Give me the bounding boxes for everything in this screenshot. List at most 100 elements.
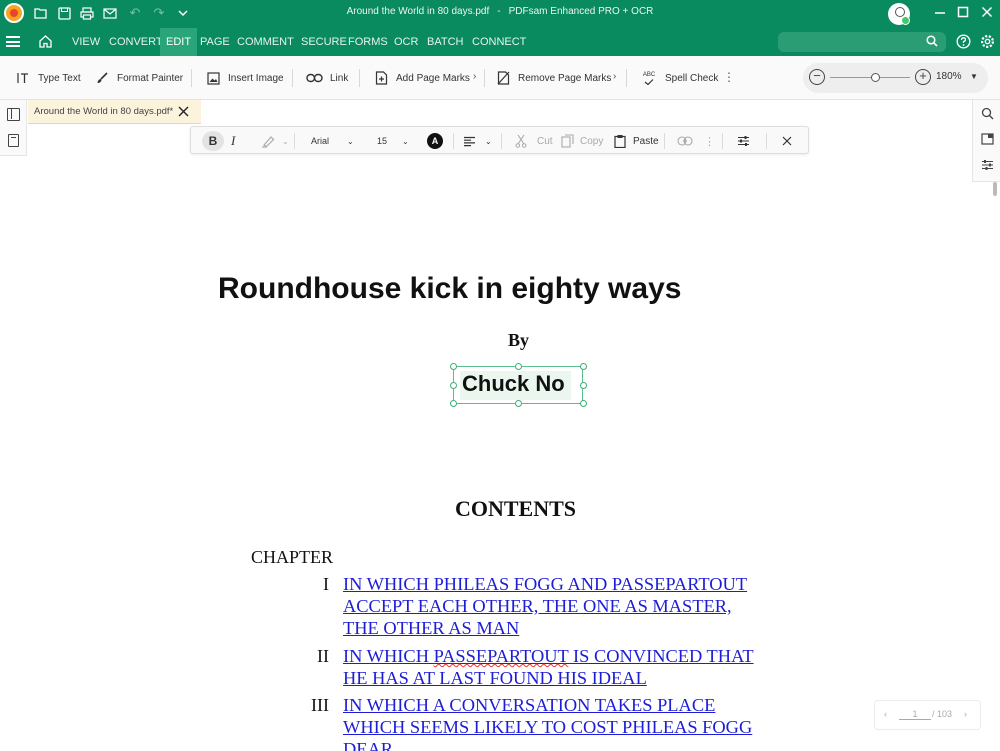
insert-image-button[interactable]: Insert Image <box>205 68 284 88</box>
brush-icon <box>94 70 110 86</box>
help-icon[interactable] <box>955 34 971 50</box>
text-properties-icon[interactable] <box>737 131 750 151</box>
toc-numeral: II <box>317 646 329 666</box>
link-button[interactable]: Link <box>305 68 348 88</box>
document-tab[interactable]: Around the World in 80 days.pdf* <box>28 100 201 124</box>
home-icon[interactable] <box>38 34 54 50</box>
text-format-toolbar: B I ⌄ Arial ⌄ 15 ⌄ A ⌄ Cut Copy Paste ⋮ <box>190 126 809 154</box>
toc-link[interactable]: IN WHICH A CONVERSATION TAKES PLACE <box>343 695 715 716</box>
menu-batch[interactable]: BATCH <box>421 28 469 56</box>
chapter-label[interactable]: CHAPTER <box>251 547 333 568</box>
search-panel-icon[interactable] <box>980 107 994 121</box>
resize-handle[interactable] <box>450 400 457 407</box>
align-dropdown-icon[interactable]: ⌄ <box>485 131 492 151</box>
resize-handle[interactable] <box>450 363 457 370</box>
toc-link[interactable]: DEAR <box>343 739 393 751</box>
format-divider <box>453 133 454 149</box>
minimize-button[interactable] <box>930 4 950 24</box>
font-size-select[interactable]: 15 <box>377 131 387 151</box>
spell-check-icon-text: ABC <box>642 71 656 78</box>
author-text-box[interactable]: Chuck No <box>450 363 587 407</box>
copy-button[interactable]: Copy <box>561 131 603 151</box>
text-color-button[interactable]: A <box>427 133 443 149</box>
menu-forms[interactable]: FORMS <box>342 28 394 56</box>
remove-page-marks-button[interactable]: Remove Page Marks <box>495 68 611 88</box>
resize-handle[interactable] <box>515 400 522 407</box>
user-avatar-icon[interactable] <box>888 3 910 25</box>
add-page-marks-button[interactable]: Add Page Marks <box>373 68 470 88</box>
menu-connect[interactable]: CONNECT <box>466 28 532 56</box>
resize-handle[interactable] <box>580 363 587 370</box>
close-format-toolbar-icon[interactable] <box>782 131 792 151</box>
close-window-button[interactable] <box>977 4 997 24</box>
link-add-icon[interactable] <box>677 131 693 151</box>
close-tab-icon[interactable] <box>178 102 189 121</box>
toolbar-divider <box>359 69 360 87</box>
menu-convert[interactable]: CONVERT <box>103 28 169 56</box>
toc-link[interactable]: IN WHICH PASSEPARTOUT IS CONVINCED THAT <box>343 646 754 667</box>
toc-numeral: I <box>323 574 329 594</box>
add-page-marks-chevron-icon[interactable]: › <box>473 71 476 82</box>
format-divider <box>294 133 295 149</box>
settings-gear-icon[interactable] <box>979 34 995 50</box>
font-size-dropdown-icon[interactable]: ⌄ <box>402 131 409 151</box>
toc-link[interactable]: ACCEPT EACH OTHER, THE ONE AS MASTER, <box>343 596 732 617</box>
current-page-input[interactable]: 1 <box>899 709 931 720</box>
italic-button[interactable]: I <box>231 131 245 151</box>
panel-toggle-icon[interactable] <box>7 108 20 121</box>
maximize-button[interactable] <box>953 4 973 24</box>
hamburger-menu-icon[interactable] <box>6 36 20 47</box>
highlight-icon[interactable]: ⌄ <box>261 131 289 151</box>
document-title[interactable]: Roundhouse kick in eighty ways <box>218 272 681 306</box>
window-title-separator: - <box>497 6 501 17</box>
paste-button[interactable]: Paste <box>614 131 659 151</box>
menu-page[interactable]: PAGE <box>194 28 236 56</box>
next-page-icon[interactable]: › <box>964 709 967 719</box>
adjust-settings-icon[interactable] <box>980 159 994 173</box>
resize-handle[interactable] <box>580 400 587 407</box>
scrollbar-thumb[interactable] <box>993 182 997 196</box>
zoom-value[interactable]: 180% <box>936 71 962 82</box>
type-text-button[interactable]: Type Text <box>15 68 81 88</box>
more-options-icon[interactable]: ⋮ <box>723 70 735 84</box>
menu-view[interactable]: VIEW <box>66 28 106 56</box>
resize-handle[interactable] <box>580 382 587 389</box>
link-icon <box>305 70 323 86</box>
more-format-options-icon[interactable]: ⋮ <box>704 131 715 151</box>
font-family-select[interactable]: Arial <box>311 131 329 151</box>
type-text-label: Type Text <box>38 72 81 84</box>
resize-handle[interactable] <box>515 363 522 370</box>
toc-link[interactable]: THE OTHER AS MAN <box>343 618 519 639</box>
toc-link[interactable]: HE HAS AT LAST FOUND HIS IDEAL <box>343 668 647 689</box>
bold-button[interactable]: B <box>202 131 224 151</box>
cut-button[interactable]: Cut <box>515 131 553 151</box>
zoom-in-icon[interactable]: + <box>915 69 931 85</box>
menu-edit[interactable]: EDIT <box>160 28 198 56</box>
menu-ocr[interactable]: OCR <box>388 28 424 56</box>
left-sidebar <box>0 100 27 156</box>
menu-comment[interactable]: COMMENT <box>231 28 300 56</box>
font-family-dropdown-icon[interactable]: ⌄ <box>347 131 354 151</box>
zoom-out-icon[interactable]: − <box>809 69 825 85</box>
author-text[interactable]: Chuck No <box>462 371 565 397</box>
contents-heading[interactable]: CONTENTS <box>455 496 576 522</box>
format-painter-button[interactable]: Format Painter <box>94 68 183 88</box>
toc-link[interactable]: IN WHICH PHILEAS FOGG AND PASSEPARTOUT <box>343 574 747 595</box>
zoom-slider-track[interactable] <box>830 77 910 78</box>
format-painter-label: Format Painter <box>117 72 184 84</box>
properties-panel-icon[interactable] <box>980 133 994 147</box>
align-left-icon[interactable] <box>463 131 476 151</box>
search-input[interactable] <box>778 32 946 52</box>
window-title-app: PDFsam Enhanced PRO + OCR <box>508 6 654 17</box>
resize-handle[interactable] <box>450 382 457 389</box>
toc-link[interactable]: WHICH SEEMS LIKELY TO COST PHILEAS FOGG <box>343 717 752 738</box>
previous-page-icon[interactable]: ‹ <box>884 709 887 719</box>
spell-check-button[interactable]: ABC Spell Check <box>641 68 718 88</box>
highlight-dropdown-icon: ⌄ <box>282 136 289 146</box>
zoom-dropdown-icon[interactable]: ▼ <box>970 72 978 81</box>
remove-page-marks-chevron-icon[interactable]: › <box>613 71 616 82</box>
zoom-slider-handle[interactable] <box>871 73 880 82</box>
image-icon <box>205 70 221 86</box>
document-by-line[interactable]: By <box>508 330 529 351</box>
bookmark-panel-icon[interactable] <box>8 134 19 147</box>
